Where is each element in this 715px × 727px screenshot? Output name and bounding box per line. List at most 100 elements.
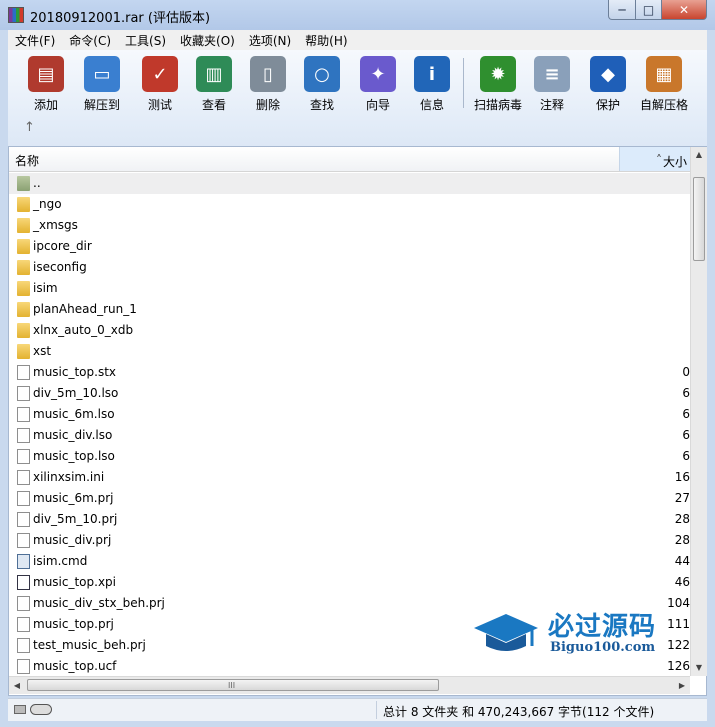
toolbar-button-1[interactable]: ▭ 解压到	[74, 54, 130, 114]
folder-icon	[17, 260, 30, 275]
file-name: xilinxsim.ini	[33, 470, 105, 484]
menu-favorites[interactable]: 收藏夹(O)	[173, 32, 242, 49]
toolbar-button-10[interactable]: ◆ 保护	[580, 54, 636, 114]
list-item[interactable]: ipcore_dir	[9, 236, 690, 257]
file-rows: .. _ngo _xmsgs ipcore_dir iseconfig isim planA…	[9, 173, 690, 676]
list-item[interactable]: music_top.xpi 46	[9, 572, 690, 593]
menu-tools[interactable]: 工具(S)	[118, 32, 173, 49]
scroll-down-arrow-icon[interactable]: ▼	[691, 660, 707, 676]
file-name: div_5m_10.lso	[33, 386, 119, 400]
xpi-file-icon	[17, 575, 30, 590]
horizontal-scroll-thumb[interactable]: III	[27, 679, 439, 691]
scroll-left-arrow-icon[interactable]: ◀	[9, 677, 25, 694]
list-item[interactable]: div_5m_10.lso 6	[9, 383, 690, 404]
file-size: 16	[674, 470, 690, 484]
window-title: 20180912001.rar (评估版本)	[30, 11, 211, 26]
file-name: _ngo	[33, 197, 62, 211]
folder-icon	[17, 302, 30, 317]
list-item[interactable]: ..	[9, 173, 690, 194]
list-item[interactable]: music_top.lso 6	[9, 446, 690, 467]
list-item[interactable]: div_5m_10.prj 28	[9, 509, 690, 530]
file-name: music_6m.lso	[33, 407, 115, 421]
title-bar: 20180912001.rar (评估版本) ─ □ ✕	[0, 0, 715, 30]
file-icon	[17, 491, 30, 506]
sfx-archive-icon: ▦	[646, 56, 682, 92]
find-magnifier-icon: ○	[304, 56, 340, 92]
menu-file[interactable]: 文件(F)	[8, 32, 62, 49]
maximize-button[interactable]: □	[635, 0, 662, 20]
close-button[interactable]: ✕	[661, 0, 707, 20]
vertical-scroll-thumb[interactable]	[693, 177, 705, 261]
list-item[interactable]: music_top.stx 0	[9, 362, 690, 383]
file-icon	[17, 428, 30, 443]
file-icon	[17, 407, 30, 422]
toolbar-button-6[interactable]: ✦ 向导	[350, 54, 406, 114]
vertical-scrollbar[interactable]: ▲ ▼	[690, 147, 707, 676]
scroll-grip-icon: III	[228, 681, 236, 690]
toolbar-button-11[interactable]: ▦ 自解压格	[636, 54, 692, 114]
list-item[interactable]: _ngo	[9, 194, 690, 215]
column-name-header[interactable]: 名称	[15, 152, 39, 169]
add-archive-icon: ▤	[28, 56, 64, 92]
toolbar-button-4[interactable]: ▯ 删除	[240, 54, 296, 114]
toolbar: ↑ ▤ 添加 ▭ 解压到 ✓ 测试 ▥ 查看 ▯ 删除 ○ 查找 ✦ 向导 i 信息 ✹ 扫描病毒 ≡ 注释 ◆ 保护 ▦ 自…	[8, 50, 707, 147]
file-name: music_top.lso	[33, 449, 115, 463]
status-bar: 总计 8 文件夹 和 470,243,667 字节(112 个文件)	[8, 698, 707, 721]
key-icon[interactable]	[30, 704, 52, 715]
list-item[interactable]: xlnx_auto_0_xdb	[9, 320, 690, 341]
list-item[interactable]: planAhead_run_1	[9, 299, 690, 320]
toolbar-button-label: 删除	[255, 98, 280, 112]
toolbar-button-label: 解压到	[83, 98, 120, 112]
toolbar-button-label: 自解压格	[639, 98, 688, 112]
toolbar-button-8[interactable]: ✹ 扫描病毒	[470, 54, 526, 114]
file-name: test_music_beh.prj	[33, 638, 146, 652]
horizontal-scrollbar[interactable]: ◀ III ▶	[9, 676, 690, 694]
file-size: 46	[674, 575, 690, 589]
toolbar-button-5[interactable]: ○ 查找	[294, 54, 350, 114]
list-item[interactable]: music_div.prj 28	[9, 530, 690, 551]
toolbar-button-label: 扫描病毒	[473, 98, 522, 112]
folder-icon	[17, 323, 30, 338]
file-size: 0	[682, 365, 690, 379]
list-item[interactable]: music_6m.lso 6	[9, 404, 690, 425]
list-item[interactable]: isim.cmd 44	[9, 551, 690, 572]
file-name: music_div_stx_beh.prj	[33, 596, 165, 610]
toolbar-button-label: 注释	[539, 98, 564, 112]
list-item[interactable]: _xmsgs	[9, 215, 690, 236]
toolbar-button-3[interactable]: ▥ 查看	[186, 54, 242, 114]
list-item[interactable]: music_6m.prj 27	[9, 488, 690, 509]
list-item[interactable]: music_div.lso 6	[9, 425, 690, 446]
watermark-subtitle: Biguo100.com	[550, 640, 656, 655]
file-name: music_div.lso	[33, 428, 113, 442]
menu-help[interactable]: 帮助(H)	[298, 32, 354, 49]
up-arrow-icon[interactable]: ↑	[24, 120, 35, 135]
file-name: xst	[33, 344, 52, 358]
minimize-button[interactable]: ─	[608, 0, 636, 20]
file-icon	[17, 386, 30, 401]
scroll-up-arrow-icon[interactable]: ▲	[691, 147, 707, 163]
toolbar-button-label: 查找	[309, 98, 334, 112]
file-name: music_top.stx	[33, 365, 117, 379]
file-size: 6	[682, 407, 690, 421]
file-icon	[17, 449, 30, 464]
file-name: ipcore_dir	[33, 239, 92, 253]
column-size-label: 大小	[662, 155, 687, 169]
list-item[interactable]: xst	[9, 341, 690, 362]
toolbar-button-2[interactable]: ✓ 测试	[132, 54, 188, 114]
column-size-header[interactable]: ˄ 大小	[619, 147, 691, 171]
menu-options[interactable]: 选项(N)	[242, 32, 298, 49]
toolbar-button-7[interactable]: i 信息	[404, 54, 460, 114]
drive-icon[interactable]	[14, 705, 26, 714]
graduation-cap-icon	[474, 614, 538, 651]
scroll-right-arrow-icon[interactable]: ▶	[674, 677, 690, 694]
toolbar-button-0[interactable]: ▤ 添加	[18, 54, 74, 114]
list-item[interactable]: iseconfig	[9, 257, 690, 278]
winrar-app-icon[interactable]	[8, 7, 24, 23]
list-item[interactable]: xilinxsim.ini 16	[9, 467, 690, 488]
virus-scan-icon: ✹	[480, 56, 516, 92]
menu-commands[interactable]: 命令(C)	[62, 32, 118, 49]
file-icon	[17, 365, 30, 380]
toolbar-button-9[interactable]: ≡ 注释	[524, 54, 580, 114]
folder-icon	[17, 281, 30, 296]
list-item[interactable]: isim	[9, 278, 690, 299]
